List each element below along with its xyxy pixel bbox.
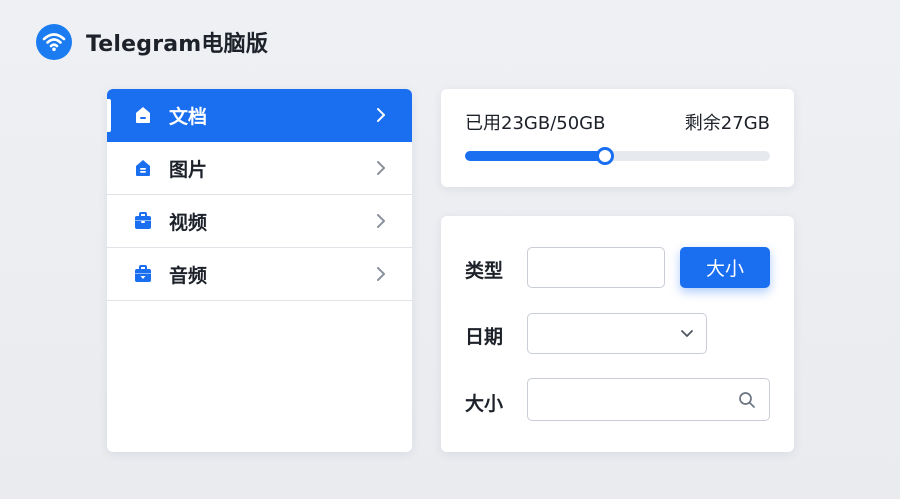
video-icon — [133, 211, 153, 231]
chevron-right-icon — [374, 108, 388, 122]
storage-used-label: 已用23GB/50GB — [465, 113, 606, 134]
category-sidebar: 文档 图片 视频 音频 — [107, 89, 412, 452]
sidebar-item-audio[interactable]: 音频 — [107, 248, 412, 301]
app-header: Telegram电脑版 — [36, 24, 268, 60]
storage-progress-fill — [465, 151, 606, 161]
chevron-right-icon — [374, 214, 388, 228]
chevron-right-icon — [374, 267, 388, 281]
sidebar-item-documents[interactable]: 文档 — [107, 89, 412, 142]
size-search-input[interactable] — [527, 378, 770, 421]
size-button[interactable]: 大小 — [680, 247, 770, 288]
sidebar-item-label: 文档 — [169, 105, 208, 128]
size-label: 大小 — [465, 393, 504, 415]
chevron-down-icon — [680, 327, 694, 341]
audio-icon — [133, 264, 153, 284]
document-icon — [133, 105, 153, 125]
image-icon — [133, 158, 153, 178]
storage-remaining-label: 剩余27GB — [684, 113, 770, 134]
sidebar-item-label: 图片 — [169, 158, 208, 181]
chevron-right-icon — [374, 161, 388, 175]
wifi-logo-icon — [36, 24, 72, 60]
date-select[interactable] — [527, 313, 707, 354]
search-icon[interactable] — [737, 390, 757, 410]
type-input[interactable] — [527, 247, 665, 288]
filter-card: 类型 大小 日期 大小 — [441, 216, 794, 452]
storage-progress-knob[interactable] — [596, 147, 615, 165]
date-label: 日期 — [465, 326, 504, 348]
sidebar-item-videos[interactable]: 视频 — [107, 195, 412, 248]
type-label: 类型 — [465, 260, 504, 282]
sidebar-item-label: 视频 — [169, 211, 208, 234]
storage-progress-bar — [465, 147, 770, 165]
app-title: Telegram电脑版 — [86, 32, 269, 57]
storage-card: 已用23GB/50GB 剩余27GB — [441, 89, 794, 187]
sidebar-item-label: 音频 — [169, 264, 208, 287]
sidebar-item-images[interactable]: 图片 — [107, 142, 412, 195]
